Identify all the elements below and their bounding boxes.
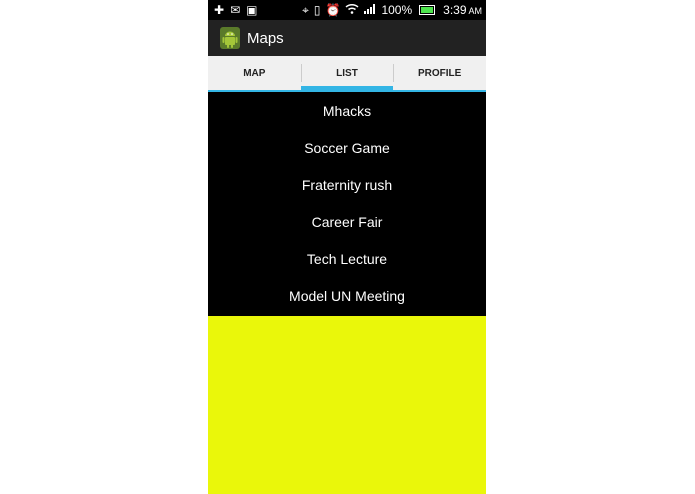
tab-profile[interactable]: PROFILE — [393, 56, 486, 90]
status-bar: ✚ ✉ ▣ ⌖ ▯ ⏰ 100% 3:39 AM — [208, 0, 486, 20]
mail-icon: ✉ — [230, 3, 241, 17]
android-icon[interactable] — [219, 26, 241, 50]
app-title: Maps — [247, 29, 284, 47]
tab-map[interactable]: MAP — [208, 56, 301, 90]
tab-bar: MAP LIST PROFILE — [208, 56, 486, 92]
list-item-model-un-meeting[interactable]: Model UN Meeting — [208, 277, 486, 314]
phone-screen: ✚ ✉ ▣ ⌖ ▯ ⏰ 100% 3:39 AM Maps MAP LIST P… — [208, 0, 486, 494]
action-bar: Maps — [208, 20, 486, 56]
event-list: Mhacks Soccer Game Fraternity rush Caree… — [208, 92, 486, 314]
wifi-icon — [345, 0, 359, 20]
add-icon: ✚ — [214, 3, 225, 17]
clock: 3:39 AM — [440, 3, 482, 17]
list-item-mhacks[interactable]: Mhacks — [208, 92, 486, 129]
status-bar-notifications: ✚ ✉ ▣ — [208, 0, 257, 20]
battery-icon — [419, 5, 436, 15]
vibrate-icon: ▯ — [313, 3, 321, 17]
list-item-tech-lecture[interactable]: Tech Lecture — [208, 240, 486, 277]
clock-ampm: AM — [468, 6, 483, 16]
status-bar-system: ⌖ ▯ ⏰ 100% 3:39 AM — [302, 0, 486, 20]
list-item-career-fair[interactable]: Career Fair — [208, 203, 486, 240]
calendar-icon: ▣ — [246, 3, 258, 17]
tab-list[interactable]: LIST — [300, 56, 394, 90]
clock-time: 3:39 — [443, 3, 467, 17]
battery-percent: 100% — [381, 3, 413, 17]
list-item-fraternity-rush[interactable]: Fraternity rush — [208, 166, 486, 203]
content-area — [208, 316, 486, 494]
list-item-soccer-game[interactable]: Soccer Game — [208, 129, 486, 166]
alarm-icon: ⏰ — [325, 3, 341, 17]
location-icon: ⌖ — [302, 3, 309, 17]
signal-icon — [364, 0, 376, 20]
battery-level-fill — [421, 7, 434, 13]
